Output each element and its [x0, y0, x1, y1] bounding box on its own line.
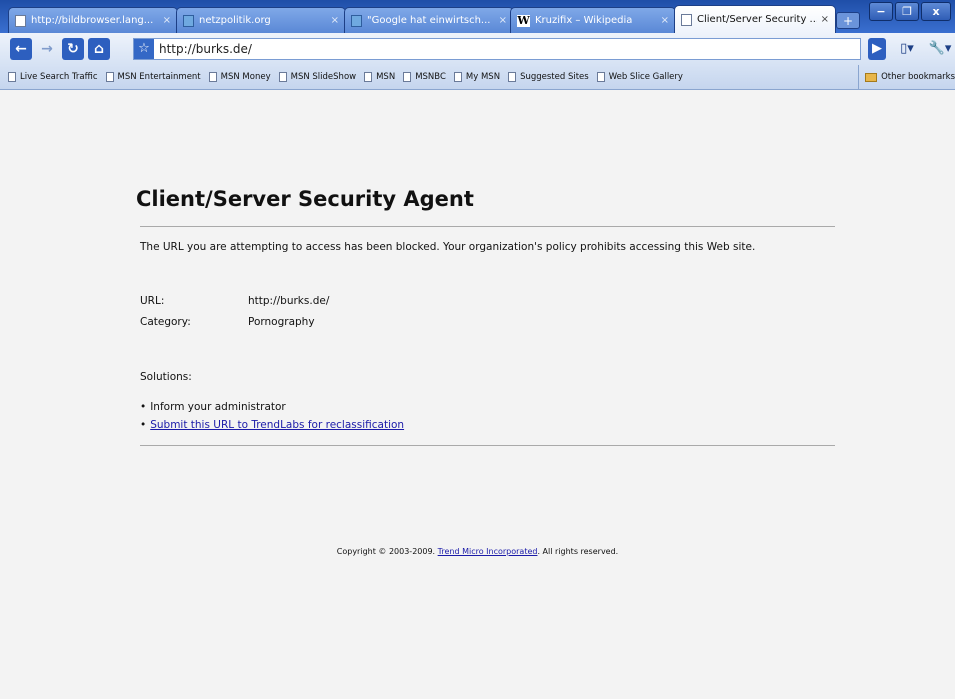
- page-icon: [208, 72, 217, 82]
- bookmark-star-icon[interactable]: ☆: [134, 39, 154, 59]
- copyright-text: Copyright © 2003-2009.: [336, 547, 436, 556]
- tab-google[interactable]: "Google hat einwirtsch... ×: [344, 7, 514, 33]
- wikipedia-icon: W: [517, 13, 530, 27]
- tab-client-server-security[interactable]: Client/Server Security ... ×: [674, 5, 836, 33]
- category-label: Category:: [140, 316, 191, 328]
- bullet: •: [140, 401, 147, 413]
- go-button[interactable]: ▶: [868, 38, 886, 60]
- bookmark-item[interactable]: MSN: [364, 72, 395, 82]
- bookmark-item[interactable]: Live Search Traffic: [8, 72, 98, 82]
- page-title: Client/Server Security Agent: [136, 187, 474, 211]
- page-content: Client/Server Security Agent The URL you…: [8, 90, 947, 699]
- netzpolitik-icon: [351, 14, 362, 27]
- category-value: Pornography: [248, 316, 315, 328]
- copyright-footer: Copyright © 2003-2009. Trend Micro Incor…: [8, 547, 947, 556]
- close-window-button[interactable]: x: [921, 2, 951, 21]
- tab-wikipedia[interactable]: W Kruzifix – Wikipedia ×: [510, 7, 676, 33]
- page-icon: [453, 72, 462, 82]
- forward-button[interactable]: →: [36, 38, 58, 60]
- page-icon: [403, 72, 412, 82]
- page-icon: [596, 72, 605, 82]
- bookmark-item[interactable]: MSN Money: [208, 72, 271, 82]
- address-bar[interactable]: ☆ http://burks.de/: [133, 38, 861, 60]
- new-tab-button[interactable]: +: [836, 12, 860, 29]
- bookmark-item[interactable]: Web Slice Gallery: [596, 72, 683, 82]
- bookmark-item[interactable]: MSN SlideShow: [278, 72, 356, 82]
- close-icon[interactable]: ×: [163, 15, 171, 26]
- minimize-button[interactable]: −: [869, 2, 893, 21]
- other-bookmarks[interactable]: Other bookmarks: [858, 65, 955, 89]
- page-icon: [508, 72, 517, 82]
- tab-title: Kruzifix – Wikipedia: [535, 15, 633, 26]
- back-button[interactable]: ←: [10, 38, 32, 60]
- bookmark-item[interactable]: MSN Entertainment: [105, 72, 201, 82]
- page-menu-icon[interactable]: ▯▾: [894, 38, 920, 60]
- page-icon: [364, 72, 373, 82]
- divider: [140, 226, 835, 227]
- page-icon: [8, 72, 16, 82]
- navigation-toolbar: ← → ↻ ⌂ ☆ http://burks.de/ ▶ ▯▾ 🔧▾: [0, 33, 955, 65]
- solution-submit-url: • Submit this URL to TrendLabs for reclas…: [140, 419, 404, 431]
- folder-icon: [865, 72, 878, 82]
- url-label: URL:: [140, 295, 165, 307]
- bullet: •: [140, 419, 147, 431]
- address-bar-url[interactable]: http://burks.de/: [159, 42, 252, 56]
- copyright-suffix: . All rights reserved.: [537, 547, 619, 556]
- tab-title: http://bildbrowser.lang...: [31, 15, 154, 26]
- bookmark-item[interactable]: My MSN: [453, 72, 500, 82]
- home-button[interactable]: ⌂: [88, 38, 110, 60]
- close-icon[interactable]: ×: [821, 14, 829, 25]
- bookmarks-bar: Live Search Traffic MSN Entertainment MS…: [0, 65, 955, 90]
- close-icon[interactable]: ×: [499, 15, 507, 26]
- tab-title: "Google hat einwirtsch...: [367, 15, 491, 26]
- page-icon: [278, 72, 287, 82]
- tab-bildbrowser[interactable]: http://bildbrowser.lang... ×: [8, 7, 178, 33]
- solutions-heading: Solutions:: [140, 371, 192, 383]
- bookmark-item[interactable]: Suggested Sites: [508, 72, 589, 82]
- page-icon: [105, 72, 114, 82]
- page-icon: [15, 14, 26, 27]
- page-icon: [681, 13, 692, 26]
- submit-url-link[interactable]: Submit this URL to TrendLabs for reclass…: [150, 419, 404, 431]
- url-value: http://burks.de/: [248, 295, 330, 307]
- divider: [140, 445, 835, 446]
- solution-text: Inform your administrator: [150, 401, 286, 413]
- reload-button[interactable]: ↻: [62, 38, 84, 60]
- trend-micro-link[interactable]: Trend Micro Incorporated: [438, 547, 538, 556]
- netzpolitik-icon: [183, 14, 194, 27]
- browser-chrome: http://bildbrowser.lang... × netzpolitik…: [0, 0, 955, 90]
- tab-title: Client/Server Security ...: [697, 14, 817, 25]
- tab-title: netzpolitik.org: [199, 15, 271, 26]
- close-icon[interactable]: ×: [661, 15, 669, 26]
- tab-netzpolitik[interactable]: netzpolitik.org ×: [176, 7, 346, 33]
- solution-inform-admin: • Inform your administrator: [140, 401, 286, 413]
- block-message: The URL you are attempting to access has…: [140, 241, 756, 253]
- wrench-icon[interactable]: 🔧▾: [926, 38, 954, 60]
- restore-button[interactable]: ❐: [895, 2, 919, 21]
- tab-strip: http://bildbrowser.lang... × netzpolitik…: [0, 0, 955, 33]
- bookmark-item[interactable]: MSNBC: [403, 72, 446, 82]
- close-icon[interactable]: ×: [331, 15, 339, 26]
- window-controls: − ❐ x: [869, 2, 951, 21]
